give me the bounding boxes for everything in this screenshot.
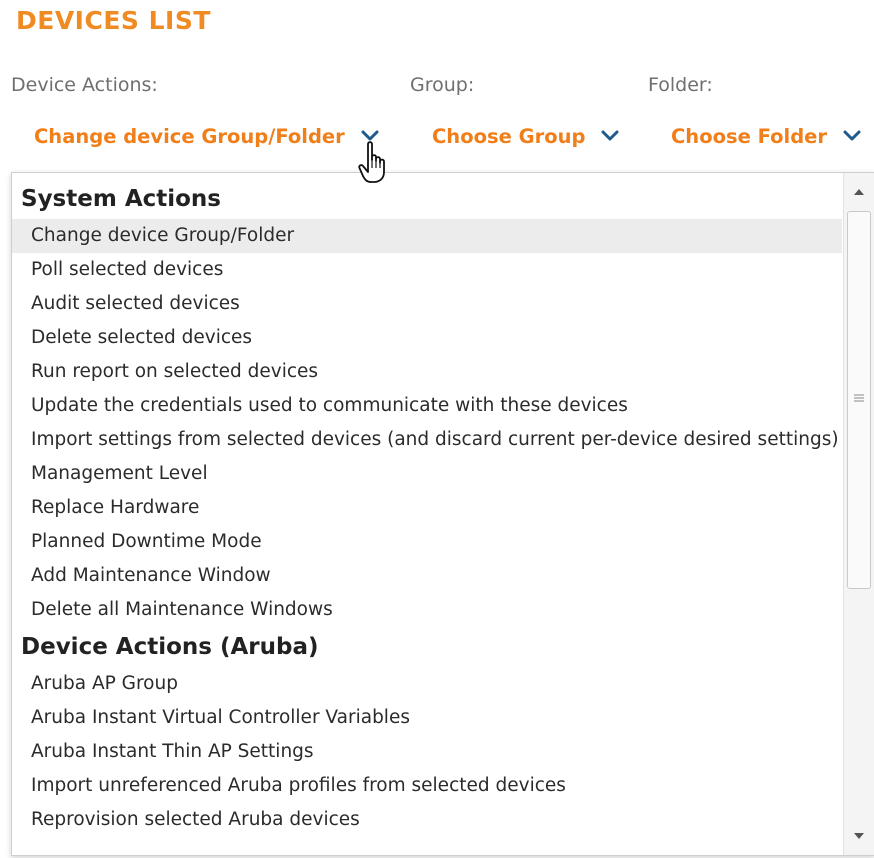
folder-label: Folder: xyxy=(648,74,713,96)
option-poll-selected-devices[interactable]: Poll selected devices xyxy=(12,253,842,287)
group-select[interactable]: Choose Group xyxy=(432,118,621,154)
scroll-down-arrow-icon[interactable] xyxy=(844,821,874,851)
device-actions-dropdown[interactable]: System Actions Change device Group/Folder… xyxy=(11,172,874,856)
option-add-maintenance-window[interactable]: Add Maintenance Window xyxy=(12,559,842,593)
dropdown-scrollbar[interactable] xyxy=(843,173,874,855)
dropdown-option-list: System Actions Change device Group/Folder… xyxy=(12,179,842,837)
folder-select[interactable]: Choose Folder xyxy=(671,118,863,154)
option-audit-selected-devices[interactable]: Audit selected devices xyxy=(12,287,842,321)
option-change-device-group-folder[interactable]: Change device Group/Folder xyxy=(12,219,842,253)
option-delete-selected-devices[interactable]: Delete selected devices xyxy=(12,321,842,355)
group-select-value: Choose Group xyxy=(432,124,586,148)
option-aruba-instant-virtual-controller-variables[interactable]: Aruba Instant Virtual Controller Variabl… xyxy=(12,701,842,735)
chevron-down-icon xyxy=(841,128,863,144)
option-delete-all-maintenance-windows[interactable]: Delete all Maintenance Windows xyxy=(12,593,842,627)
option-aruba-ap-group[interactable]: Aruba AP Group xyxy=(12,667,842,701)
device-actions-select[interactable]: Change device Group/Folder xyxy=(34,118,381,154)
scroll-up-arrow-icon[interactable] xyxy=(844,177,874,207)
hand-pointer-icon xyxy=(358,140,392,186)
device-actions-label: Device Actions: xyxy=(11,74,158,96)
option-replace-hardware[interactable]: Replace Hardware xyxy=(12,491,842,525)
option-update-the-credentials-used-to-communicate-with-these-devices[interactable]: Update the credentials used to communica… xyxy=(12,389,842,423)
device-actions-select-value: Change device Group/Folder xyxy=(34,124,345,148)
option-management-level[interactable]: Management Level xyxy=(12,457,842,491)
option-import-settings-from-selected-devices-and-discard-current-per-device-desired-settings[interactable]: Import settings from selected devices (a… xyxy=(12,423,842,457)
group-label: Group: xyxy=(410,74,475,96)
option-reprovision-selected-aruba-devices[interactable]: Reprovision selected Aruba devices xyxy=(12,803,842,837)
devices-list-page: DEVICES LIST Device Actions: Group: Fold… xyxy=(0,0,874,858)
chevron-down-icon xyxy=(599,128,621,144)
option-planned-downtime-mode[interactable]: Planned Downtime Mode xyxy=(12,525,842,559)
option-group-header-device-actions-aruba: Device Actions (Aruba) xyxy=(21,634,319,660)
option-import-unreferenced-aruba-profiles-from-selected-devices[interactable]: Import unreferenced Aruba profiles from … xyxy=(12,769,842,803)
scrollbar-grip-icon xyxy=(854,394,864,402)
folder-select-value: Choose Folder xyxy=(671,124,828,148)
option-aruba-instant-thin-ap-settings[interactable]: Aruba Instant Thin AP Settings xyxy=(12,735,842,769)
option-run-report-on-selected-devices[interactable]: Run report on selected devices xyxy=(12,355,842,389)
option-group-header-system-actions: System Actions xyxy=(21,186,221,212)
page-title: DEVICES LIST xyxy=(16,6,211,35)
scrollbar-thumb[interactable] xyxy=(847,211,871,589)
